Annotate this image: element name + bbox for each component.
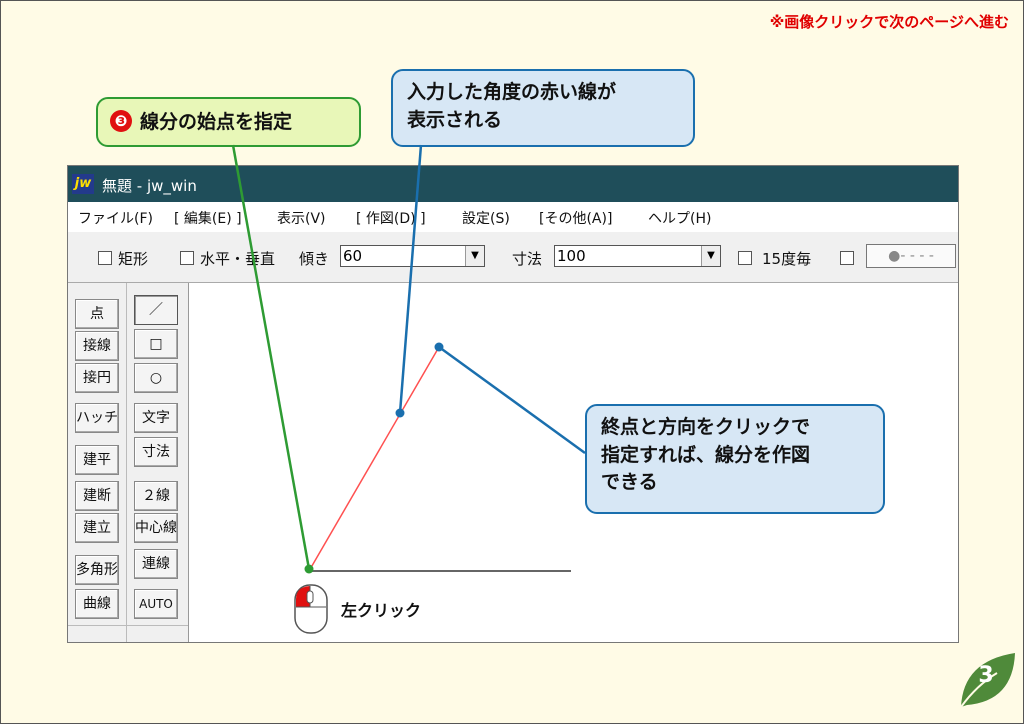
callout-end-point: 終点と方向をクリックで 指定すれば、線分を作図 できる [585,404,885,514]
end-point-marker [434,342,444,352]
start-point-marker [304,564,314,574]
callout-end-text-2: 指定すれば、線分を作図 [601,443,811,466]
callout-end-text-1: 終点と方向をクリックで [601,416,811,438]
callout-end-text-3: できる [601,471,658,494]
leader-line-red-line [398,144,423,414]
page-number: 3 [978,663,994,688]
preview-red-line [308,346,440,572]
mouse-icon [294,584,328,634]
leader-line-start [231,144,311,570]
red-line-marker [395,408,405,418]
leader-line-end [438,345,586,455]
left-click-label: 左クリック [341,601,422,620]
slide-page[interactable]: ※画像クリックで次のページへ進む ❸ 線分の始点を指定 入力した角度の赤い線が 表… [0,0,1024,724]
annotation-overlay [231,144,586,634]
